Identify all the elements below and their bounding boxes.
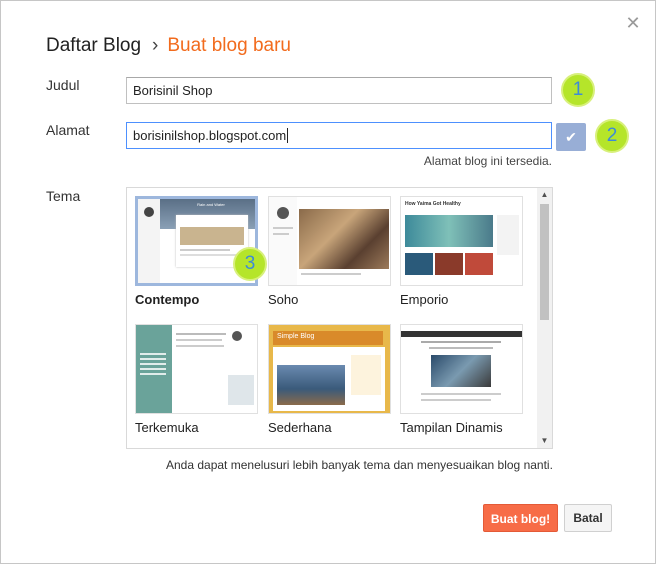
thumbnail-title: Rain and Water	[197, 202, 225, 207]
address-value: borisinilshop.blogspot.com	[133, 128, 287, 143]
page-title: Buat blog baru	[167, 35, 291, 56]
theme-thumbnail	[268, 196, 391, 286]
thumbnail-title: How Yaima Got Healthy	[405, 201, 461, 207]
theme-sederhana[interactable]: Simple Blog Sederhana	[268, 324, 393, 435]
theme-tampilan-dinamis[interactable]: Tampilan Dinamis	[400, 324, 525, 435]
theme-soho[interactable]: Soho	[268, 196, 393, 307]
theme-name: Sederhana	[268, 420, 332, 435]
theme-thumbnail: Simple Blog	[268, 324, 391, 414]
scroll-thumb[interactable]	[540, 204, 549, 320]
theme-name: Soho	[268, 292, 299, 307]
theme-terkemuka[interactable]: Terkemuka	[135, 324, 260, 435]
theme-label: Tema	[46, 188, 81, 204]
address-input[interactable]: borisinilshop.blogspot.com	[126, 122, 552, 149]
theme-thumbnail	[135, 324, 258, 414]
theme-thumbnail: How Yaima Got Healthy	[400, 196, 523, 286]
availability-status: Alamat blog ini tersedia.	[423, 154, 552, 168]
theme-thumbnail	[400, 324, 523, 414]
title-label: Judul	[46, 77, 80, 93]
theme-name: Tampilan Dinamis	[400, 420, 503, 435]
theme-emporio[interactable]: How Yaima Got Healthy Emporio	[400, 196, 525, 307]
scroll-down-icon[interactable]: ▼	[537, 434, 552, 448]
title-input[interactable]: Borisinil Shop	[126, 77, 552, 104]
create-blog-button[interactable]: Buat blog!	[483, 504, 558, 532]
theme-name: Contempo	[135, 292, 200, 307]
address-label: Alamat	[46, 122, 90, 138]
step-marker-3: 3	[233, 247, 267, 281]
thumbnail-title: Simple Blog	[277, 333, 315, 340]
theme-scrollbar[interactable]: ▲ ▼	[537, 188, 552, 448]
close-icon[interactable]: ✕	[623, 13, 643, 33]
step-marker-1: 1	[561, 73, 595, 107]
breadcrumb: Daftar Blog › Buat blog baru	[46, 34, 291, 58]
scroll-up-icon[interactable]: ▲	[537, 188, 552, 202]
theme-name: Emporio	[400, 292, 449, 307]
breadcrumb-separator: ›	[152, 35, 159, 56]
check-icon: ✔	[565, 129, 577, 145]
create-blog-dialog: ✕ Daftar Blog › Buat blog baru Judul Boris…	[0, 0, 656, 564]
theme-name: Terkemuka	[135, 420, 199, 435]
cancel-button[interactable]: Batal	[564, 504, 612, 532]
check-availability-button[interactable]: ✔	[556, 123, 586, 151]
theme-picker[interactable]: Rain and Water Contempo Soho How Yaima G…	[126, 187, 553, 449]
theme-hint: Anda dapat menelusuri lebih banyak tema …	[166, 458, 553, 472]
breadcrumb-blog-list[interactable]: Daftar Blog	[46, 35, 141, 56]
step-marker-2: 2	[595, 119, 629, 153]
